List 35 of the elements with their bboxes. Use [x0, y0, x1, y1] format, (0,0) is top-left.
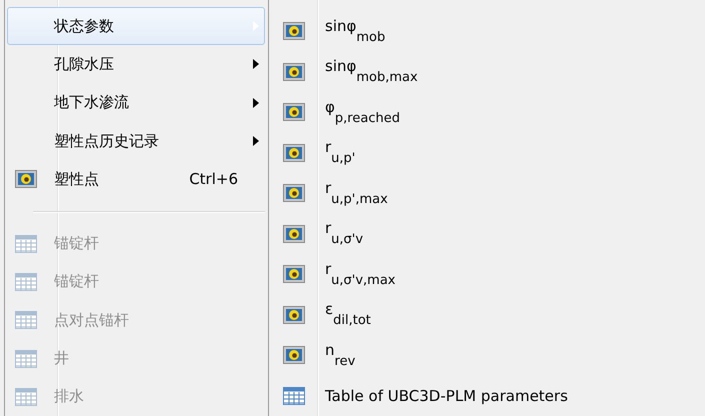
menu-item[interactable]: 状态参数 — [7, 7, 265, 46]
image-icon — [283, 62, 305, 81]
menu-item[interactable]: sinφ$_{mob,max}$ — [269, 52, 705, 92]
table-icon — [15, 272, 37, 291]
menu-item[interactable]: 塑性点 Ctrl+6 — [7, 160, 265, 199]
submenu-arrow-icon — [253, 98, 259, 108]
shortcut-label: Ctrl+6 — [189, 170, 238, 188]
image-icon — [283, 22, 305, 40]
image-icon — [283, 184, 305, 202]
menu-item[interactable]: ε$_{dil,tot}$ — [269, 294, 705, 335]
submenu-arrow-icon — [253, 136, 259, 146]
menu-item[interactable]: r$_{u,σ'v,max}$ — [269, 254, 705, 294]
image-icon — [283, 306, 305, 324]
menu-item[interactable]: r$_{u,p'}$ — [269, 132, 705, 173]
menu-item[interactable]: r$_{u,p',max}$ — [269, 173, 705, 214]
menu-item[interactable]: r$_{u,σ'v}$ — [269, 214, 705, 254]
table-icon — [15, 311, 37, 330]
menu-item[interactable]: φ$_{p,reached}$ — [269, 92, 705, 132]
menu-item[interactable]: Table of UBC3D-PLM parameters — [269, 376, 705, 416]
menu-item[interactable]: 孔隙水压 — [7, 45, 265, 84]
menu-item[interactable]: n$_{rev}$ — [269, 335, 705, 376]
image-icon — [283, 265, 305, 284]
image-icon — [15, 170, 37, 188]
menu-item[interactable]: sinφ$_{mob}$ — [269, 11, 705, 52]
image-icon — [283, 346, 305, 364]
image-icon — [283, 224, 305, 243]
table-icon — [283, 386, 305, 405]
menu-item[interactable]: 塑性点历史记录 — [7, 122, 265, 160]
table-icon — [15, 388, 37, 406]
menu-item[interactable]: 地下水渗流 — [7, 84, 265, 122]
submenu-arrow-icon — [253, 59, 259, 70]
image-icon — [283, 144, 305, 162]
table-icon — [15, 350, 37, 368]
image-icon — [283, 103, 305, 122]
table-icon — [15, 234, 37, 253]
